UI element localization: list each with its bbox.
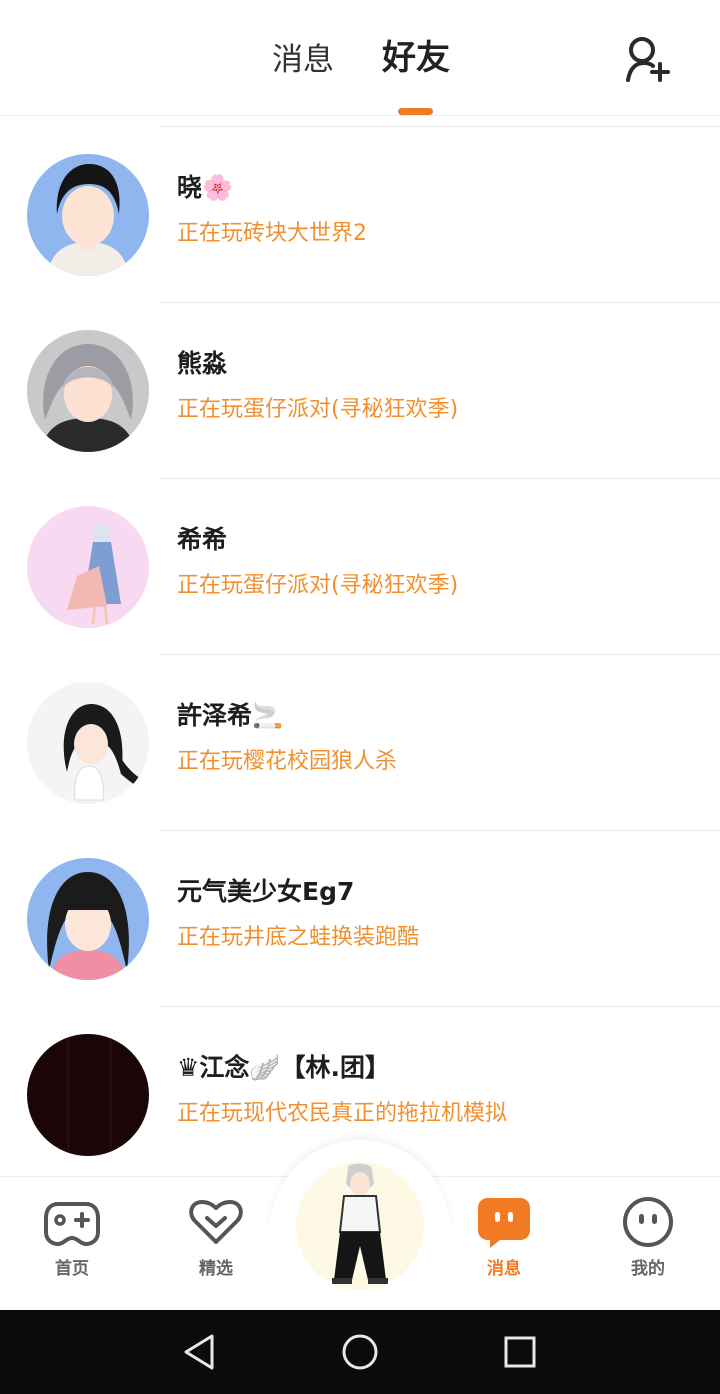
avatar[interactable] xyxy=(27,506,149,628)
tab-friends[interactable]: 好友 xyxy=(382,36,450,80)
friend-row[interactable]: 許泽希🚬 正在玩樱花校园狼人杀 xyxy=(0,655,720,831)
add-user-icon xyxy=(626,37,670,82)
active-tab-indicator xyxy=(398,108,433,115)
nav-home[interactable]: 首页 xyxy=(22,1196,122,1279)
avatar-image xyxy=(296,1162,424,1290)
avatar-image xyxy=(27,858,149,980)
avatar[interactable] xyxy=(27,154,149,276)
heart-chevron-icon xyxy=(189,1200,243,1244)
friend-status: 正在玩井底之蛙换装跑酷 xyxy=(177,925,420,950)
avatar[interactable] xyxy=(27,1034,149,1156)
system-nav-bar xyxy=(0,1310,720,1394)
nav-label: 首页 xyxy=(55,1259,89,1279)
top-header: 消息 好友 xyxy=(0,0,720,116)
chat-bubble-icon xyxy=(478,1198,530,1248)
back-button[interactable] xyxy=(180,1332,220,1372)
nav-label: 消息 xyxy=(487,1259,521,1279)
friend-name: 晓🌸 xyxy=(177,173,234,202)
friend-name: 希希 xyxy=(177,525,228,554)
avatar-image xyxy=(27,154,149,276)
friend-row[interactable]: 元气美少女Eg7 正在玩井底之蛙换装跑酷 xyxy=(0,831,720,1007)
nav-label: 我的 xyxy=(631,1259,665,1279)
nav-featured[interactable]: 精选 xyxy=(166,1196,266,1279)
friend-status: 正在玩砖块大世界2 xyxy=(177,221,367,246)
add-friend-button[interactable] xyxy=(624,34,672,84)
home-button[interactable] xyxy=(340,1332,380,1372)
home-icon xyxy=(342,1334,378,1370)
friends-list: 晓🌸 正在玩砖块大世界2 熊淼 正在玩蛋仔派对(寻秘狂欢季) 希希 正在玩蛋仔派… xyxy=(0,116,720,1176)
friend-status: 正在玩现代农民真正的拖拉机模拟 xyxy=(177,1101,508,1126)
friend-status: 正在玩樱花校园狼人杀 xyxy=(177,749,398,774)
friend-name: 元气美少女Eg7 xyxy=(177,877,355,906)
nav-messages[interactable]: 消息 xyxy=(454,1196,554,1279)
avatar-image xyxy=(27,1034,149,1156)
friend-row[interactable]: 希希 正在玩蛋仔派对(寻秘狂欢季) xyxy=(0,479,720,655)
friend-status: 正在玩蛋仔派对(寻秘狂欢季) xyxy=(177,397,459,422)
back-icon xyxy=(184,1334,214,1370)
avatar[interactable] xyxy=(27,330,149,452)
nav-label: 精选 xyxy=(199,1259,233,1279)
face-icon xyxy=(623,1197,673,1247)
friend-row[interactable]: 晓🌸 正在玩砖块大世界2 xyxy=(0,127,720,303)
avatar-image xyxy=(27,506,149,628)
nav-me[interactable]: 我的 xyxy=(598,1196,698,1279)
center-avatar-button[interactable] xyxy=(296,1162,424,1290)
friend-status: 正在玩蛋仔派对(寻秘狂欢季) xyxy=(177,573,459,598)
gamepad-icon xyxy=(44,1202,100,1247)
recents-button[interactable] xyxy=(500,1332,540,1372)
avatar[interactable] xyxy=(27,858,149,980)
avatar-image xyxy=(27,330,149,452)
recents-icon xyxy=(504,1336,536,1368)
avatar[interactable] xyxy=(27,682,149,804)
friend-name: 許泽希🚬 xyxy=(177,701,284,730)
friend-name: ♛江念🪽【林.团】 xyxy=(177,1053,391,1082)
friend-name: 熊淼 xyxy=(177,349,228,378)
avatar-image xyxy=(27,682,149,804)
tab-messages[interactable]: 消息 xyxy=(272,38,334,82)
friend-row[interactable]: 熊淼 正在玩蛋仔派对(寻秘狂欢季) xyxy=(0,303,720,479)
